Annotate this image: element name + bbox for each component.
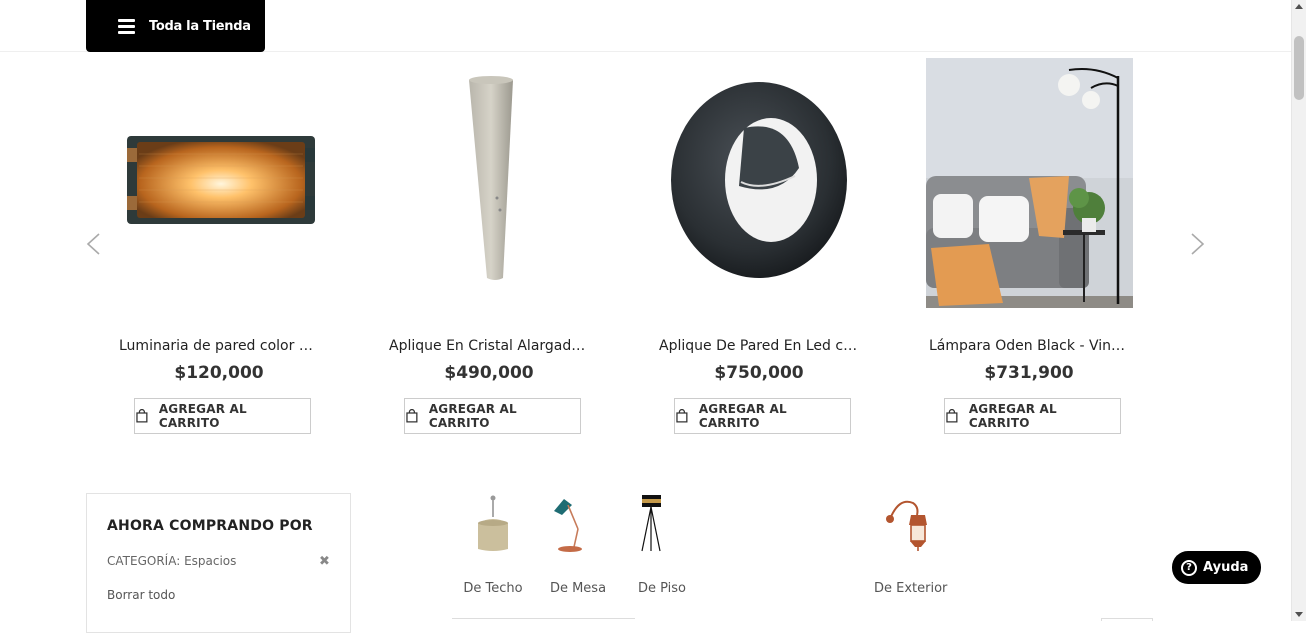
product-price: $120,000 (174, 363, 264, 383)
category-label: De Mesa (549, 581, 607, 596)
product-price: $750,000 (714, 363, 804, 383)
shopping-by-panel: AHORA COMPRANDO POR CATEGORÍA: Espacios … (86, 493, 351, 633)
help-label: Ayuda (1203, 560, 1249, 575)
page-scrollbar[interactable] (1291, 0, 1306, 621)
shopping-bag-icon (136, 409, 148, 423)
hamburger-icon (118, 19, 135, 34)
product-card: Lámpara Oden Black - Vintario $731,900 A… (919, 58, 1139, 434)
shopping-bag-icon (676, 409, 688, 423)
category-label: De Exterior (874, 581, 948, 596)
product-card: Aplique De Pared En Led col… $750,000 AG… (649, 58, 869, 434)
desk-lamp-icon (548, 493, 608, 553)
product-image-wall-light[interactable] (109, 58, 329, 308)
carousel-next-arrow[interactable] (1190, 232, 1206, 256)
add-to-cart-button[interactable]: AGREGAR AL CARRITO (404, 398, 581, 434)
wall-lantern-icon (881, 493, 941, 553)
scroll-thumb[interactable] (1294, 36, 1304, 100)
category-label: De Piso (637, 581, 687, 596)
shopping-bag-icon (946, 409, 958, 423)
add-to-cart-label: AGREGAR AL CARRITO (698, 402, 787, 430)
add-to-cart-button[interactable]: AGREGAR AL CARRITO (674, 398, 851, 434)
clear-all-link[interactable]: Borrar todo (107, 588, 175, 602)
product-name[interactable]: Aplique De Pared En Led col… (649, 338, 869, 354)
add-to-cart-button[interactable]: AGREGAR AL CARRITO (134, 398, 311, 434)
filter-value: Espacios (184, 554, 237, 568)
add-to-cart-button[interactable]: AGREGAR AL CARRITO (944, 398, 1121, 434)
product-image-floor-lamp-living-room[interactable] (919, 58, 1139, 308)
floor-lamp-icon (632, 493, 692, 553)
product-image-led-wall-light[interactable] (649, 58, 869, 308)
active-filter: CATEGORÍA: Espacios (107, 554, 236, 568)
shopping-by-title: AHORA COMPRANDO POR (107, 518, 313, 534)
add-to-cart-label: AGREGAR AL CARRITO (428, 402, 517, 430)
chevron-left-icon (86, 233, 100, 255)
product-name[interactable]: Aplique En Cristal Alargado … (379, 338, 599, 354)
product-name[interactable]: Lámpara Oden Black - Vintario (919, 338, 1139, 354)
product-price: $490,000 (444, 363, 534, 383)
question-icon: ? (1181, 559, 1197, 576)
category-de-piso[interactable]: De Piso (632, 493, 692, 596)
product-image-elongated-glass-sconce[interactable] (379, 58, 599, 308)
add-to-cart-label: AGREGAR AL CARRITO (158, 402, 247, 430)
shopping-bag-icon (406, 409, 418, 423)
help-button[interactable]: ? Ayuda (1172, 551, 1261, 584)
product-name[interactable]: Luminaria de pared color gri… (109, 338, 329, 354)
add-to-cart-label: AGREGAR AL CARRITO (968, 402, 1057, 430)
scroll-down-arrow-icon[interactable] (1295, 612, 1303, 617)
category-de-mesa[interactable]: De Mesa (548, 493, 608, 596)
all-store-menu-button[interactable]: Toda la Tienda (86, 0, 265, 52)
scroll-up-arrow-icon[interactable] (1295, 4, 1303, 9)
filter-label: CATEGORÍA: (107, 554, 181, 568)
chevron-right-icon (1191, 233, 1205, 255)
menu-label: Toda la Tienda (149, 18, 251, 34)
category-de-techo[interactable]: De Techo (463, 493, 523, 596)
product-card: Aplique En Cristal Alargado … $490,000 A… (379, 58, 599, 434)
remove-filter-icon[interactable]: ✖ (319, 554, 330, 569)
category-de-exterior[interactable]: De Exterior (874, 493, 947, 596)
site-header: Toda la Tienda (0, 0, 1291, 52)
product-price: $731,900 (984, 363, 1074, 383)
carousel-prev-arrow[interactable] (85, 232, 101, 256)
product-card: Luminaria de pared color gri… $120,000 A… (109, 58, 329, 434)
pendant-lamp-icon (463, 493, 523, 553)
category-label: De Techo (463, 581, 523, 596)
